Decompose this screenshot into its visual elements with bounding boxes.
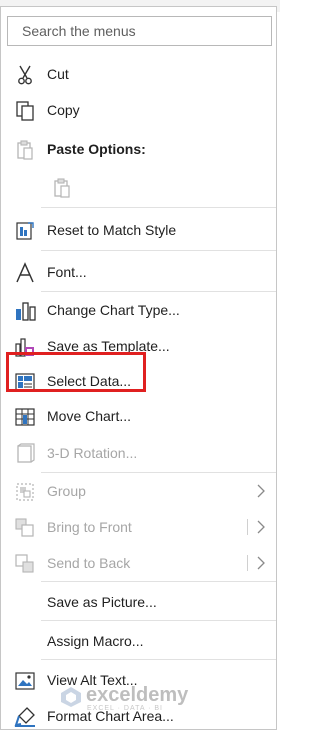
menu-item-bring-to-front[interactable]: Bring to Front	[1, 510, 276, 544]
paste-icon	[50, 176, 74, 200]
group-icon	[13, 480, 37, 504]
menu-item-label: Send to Back	[47, 555, 131, 571]
menu-item-save-as-picture[interactable]: Save as Picture...	[1, 585, 276, 619]
menu-separator	[41, 250, 276, 251]
menu-separator	[41, 659, 276, 660]
paste-keep-source-button[interactable]	[45, 171, 79, 205]
menu-item-label: Paste Options:	[47, 141, 146, 157]
select-data-highlight-box	[6, 352, 146, 392]
watermark-name: exceldemy	[86, 684, 189, 706]
exceldemy-watermark: exceldemy EXCEL · DATA · BI	[60, 684, 220, 716]
split-divider	[247, 519, 248, 535]
menu-separator	[41, 620, 276, 621]
alt-text-icon	[13, 669, 37, 693]
watermark-tagline: EXCEL · DATA · BI	[87, 705, 163, 712]
clipboard-icon	[13, 138, 37, 162]
menu-item-change-chart-type[interactable]: Change Chart Type...	[1, 293, 276, 327]
menu-separator	[41, 291, 276, 292]
copy-icon	[13, 99, 37, 123]
search-menus-input[interactable]: Search the menus	[7, 16, 272, 46]
menu-item-label: Font...	[47, 264, 87, 280]
menu-item-paste-options: Paste Options:	[1, 132, 276, 166]
menu-separator	[41, 581, 276, 582]
menu-item-label: Bring to Front	[47, 519, 132, 535]
menu-item-label: Copy	[47, 102, 80, 118]
send-to-back-icon	[13, 552, 37, 576]
menu-item-send-to-back[interactable]: Send to Back	[1, 546, 276, 580]
reset-style-icon	[13, 219, 37, 243]
exceldemy-logo-icon	[60, 686, 82, 708]
menu-separator	[41, 472, 276, 473]
menu-item-cut[interactable]: Cut	[1, 57, 276, 91]
split-divider	[247, 555, 248, 571]
chevron-right-icon	[254, 482, 268, 500]
scissors-icon	[13, 63, 37, 87]
font-icon	[13, 261, 37, 285]
menu-item-move-chart[interactable]: Move Chart...	[1, 399, 276, 433]
bring-to-front-icon	[13, 516, 37, 540]
menu-item-copy[interactable]: Copy	[1, 93, 276, 127]
menu-separator	[41, 207, 276, 208]
menu-item-font[interactable]: Font...	[1, 255, 276, 289]
chevron-right-icon[interactable]	[254, 518, 268, 536]
menu-item-group[interactable]: Group	[1, 474, 276, 508]
move-chart-icon	[13, 405, 37, 429]
menu-item-label: 3-D Rotation...	[47, 445, 138, 461]
menu-item-3d-rotation[interactable]: 3-D Rotation...	[1, 436, 276, 470]
chevron-right-icon[interactable]	[254, 554, 268, 572]
menu-item-label: Cut	[47, 66, 69, 82]
menu-item-label: Change Chart Type...	[47, 302, 180, 318]
menu-item-assign-macro[interactable]: Assign Macro...	[1, 624, 276, 658]
menu-item-label: Group	[47, 483, 86, 499]
chart-type-icon	[13, 299, 37, 323]
menu-item-label: Save as Picture...	[47, 594, 157, 610]
3d-rotation-icon	[13, 442, 37, 466]
menu-item-label: Reset to Match Style	[47, 222, 177, 238]
menu-item-label: Move Chart...	[47, 408, 132, 424]
format-brush-icon	[13, 705, 37, 729]
menu-item-reset-to-match-style[interactable]: Reset to Match Style	[1, 213, 276, 247]
menu-item-label: Assign Macro...	[47, 633, 144, 649]
